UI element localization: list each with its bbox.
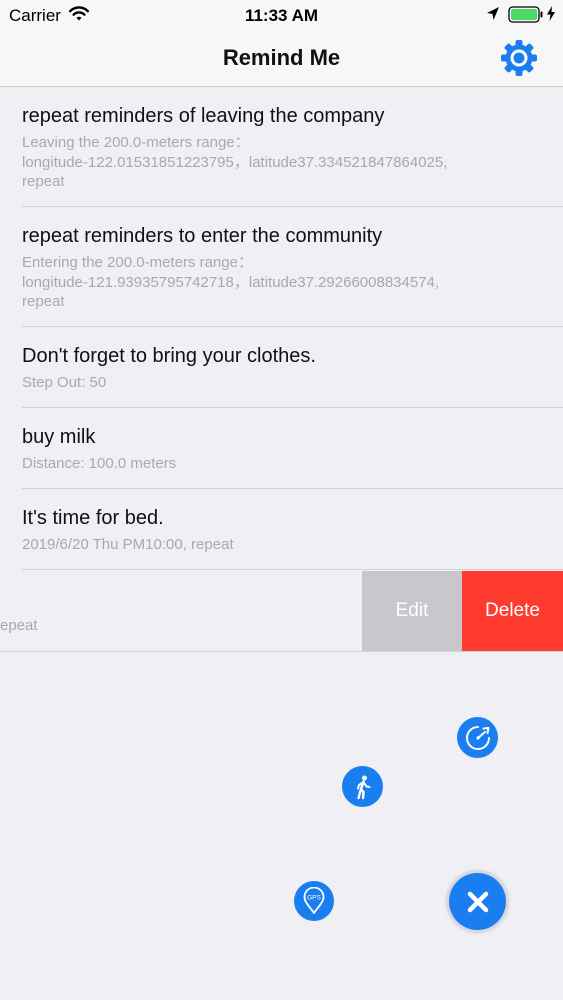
- step-reminder-button[interactable]: [342, 766, 383, 807]
- reminder-row[interactable]: buy milk Distance: 100.0 meters: [0, 408, 563, 489]
- reminder-title: buy milk: [22, 426, 96, 448]
- status-bar: Carrier 11:33 AM: [0, 0, 563, 30]
- reminder-title: repeat reminders to enter the community: [22, 225, 383, 247]
- reminder-detail: epeat: [0, 617, 38, 634]
- swiped-reminder-row[interactable]: epeat Edit Delete: [0, 571, 563, 652]
- reminder-detail: Leaving the 200.0-meters range：: [22, 134, 250, 151]
- clock: 11:33 AM: [244, 6, 319, 25]
- reminder-title: repeat reminders of leaving the company: [22, 105, 385, 127]
- reminder-detail: Step Out: 50: [22, 374, 107, 391]
- reminder-row[interactable]: repeat reminders of leaving the company …: [0, 87, 563, 207]
- close-icon: [467, 891, 488, 912]
- reminder-row[interactable]: Don't forget to bring your clothes. Step…: [0, 327, 563, 408]
- battery-icon: [508, 6, 543, 23]
- timer-icon: [465, 725, 490, 750]
- edit-button[interactable]: Edit: [362, 571, 462, 651]
- gps-pin-icon: GPS: [303, 887, 325, 914]
- charging-icon: [547, 6, 555, 21]
- row-divider: [22, 569, 563, 570]
- reminder-title: It's time for bed.: [22, 507, 164, 529]
- gear-icon[interactable]: [500, 39, 538, 77]
- close-menu-button[interactable]: [449, 873, 506, 930]
- gps-label: GPS: [307, 895, 321, 902]
- reminder-detail: Distance: 100.0 meters: [22, 455, 177, 472]
- reminder-row[interactable]: repeat reminders to enter the community …: [0, 207, 563, 327]
- reminder-detail: 2019/6/20 Thu PM10:00, repeat: [22, 536, 234, 553]
- reminder-list: repeat reminders of leaving the company …: [0, 87, 563, 570]
- timer-reminder-button[interactable]: [457, 717, 498, 758]
- reminder-row[interactable]: It's time for bed. 2019/6/20 Thu PM10:00…: [0, 489, 563, 570]
- navigation-bar: Remind Me: [0, 30, 563, 87]
- walking-icon: [356, 775, 370, 799]
- location-arrow-icon: [487, 7, 499, 20]
- reminder-title: Don't forget to bring your clothes.: [22, 345, 316, 367]
- location-reminder-button[interactable]: GPS: [294, 881, 334, 921]
- reminder-detail: longitude-122.01531851223795，latitude37.…: [22, 153, 448, 171]
- page-title: Remind Me: [222, 45, 341, 70]
- reminder-detail: repeat: [22, 293, 65, 310]
- delete-button[interactable]: Delete: [462, 571, 563, 651]
- reminder-detail: Entering the 200.0-meters range：: [22, 254, 253, 271]
- reminder-detail: repeat: [22, 173, 65, 190]
- reminder-detail: longitude-121.93935795742718，latitude37.…: [22, 273, 440, 291]
